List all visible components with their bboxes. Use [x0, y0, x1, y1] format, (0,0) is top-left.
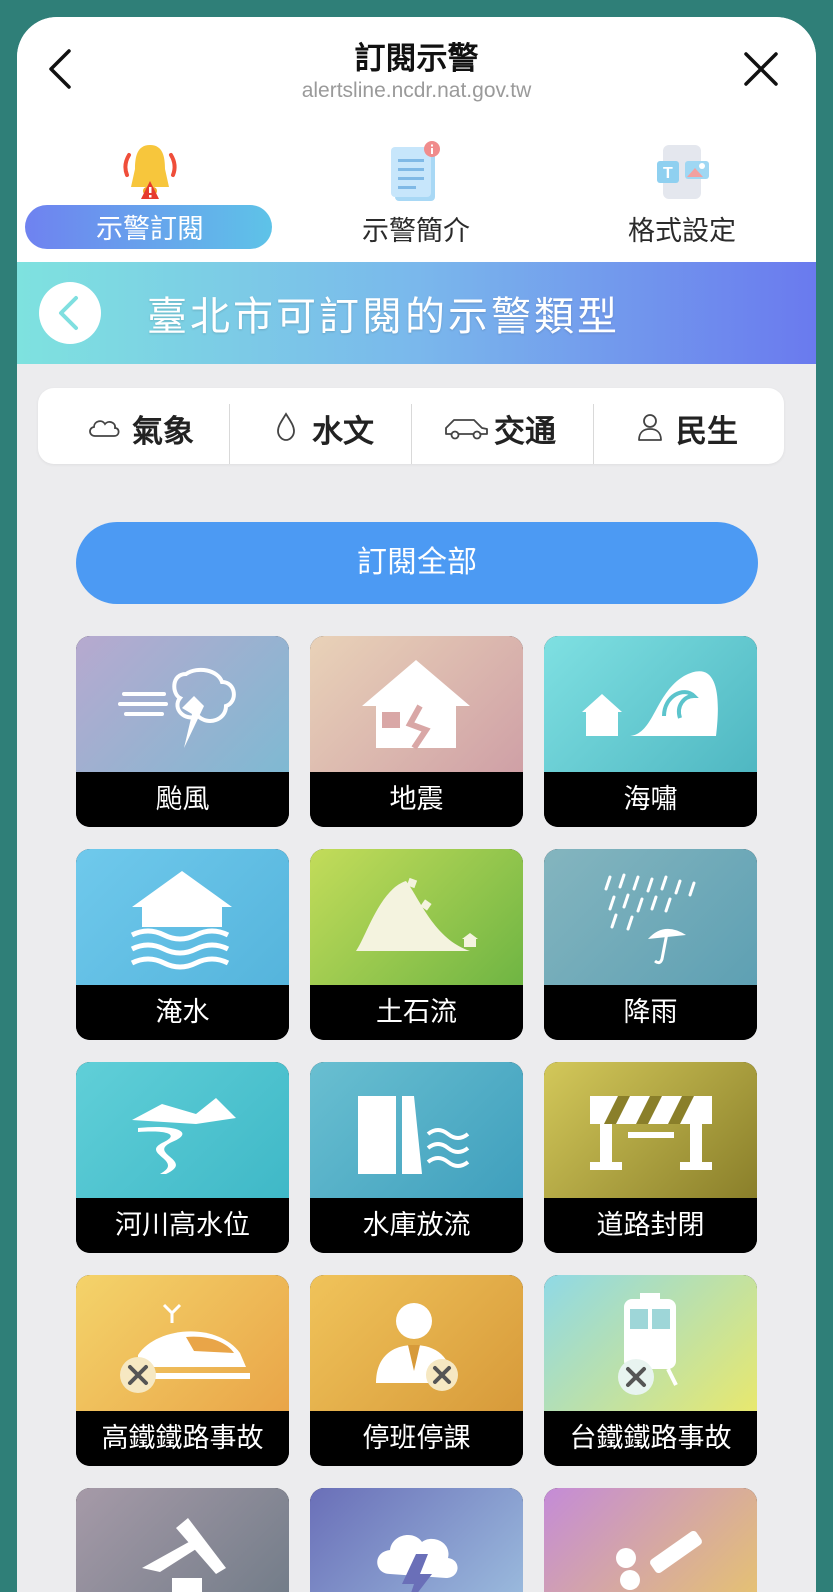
alert-label: 降雨 — [544, 985, 757, 1040]
top-bar: 訂閱示警 alertsline.ncdr.nat.gov.tw — [17, 17, 816, 127]
tsunami-icon — [544, 636, 757, 772]
alert-label: 颱風 — [76, 772, 289, 827]
category-hydrology[interactable]: 水文 — [230, 388, 411, 464]
office-closed-icon — [310, 1275, 523, 1411]
tab-bar: 示警訂閱 示警簡介 T 格式設定 — [17, 127, 816, 262]
alert-label: 道路封閉 — [544, 1198, 757, 1253]
category-label: 氣象 — [132, 414, 194, 450]
alert-label: 土石流 — [310, 985, 523, 1040]
format-settings-icon: T — [647, 141, 717, 203]
alert-card-rainfall[interactable]: 降雨 — [544, 849, 757, 1040]
tab-label: 格式設定 — [628, 216, 736, 247]
river-icon — [76, 1062, 289, 1198]
alert-card-earthquake[interactable]: 地震 — [310, 636, 523, 827]
banner-back-button[interactable] — [39, 282, 101, 344]
alert-label: 水庫放流 — [310, 1198, 523, 1253]
alert-card-flood[interactable]: 淹水 — [76, 849, 289, 1040]
alert-card-taiwan-railway[interactable]: 台鐵鐵路事故 — [544, 1275, 757, 1466]
category-label: 民生 — [676, 414, 738, 450]
cloud-icon — [86, 412, 122, 442]
alert-card-typhoon[interactable]: 颱風 — [76, 636, 289, 827]
alert-card-reservoir-release[interactable]: 水庫放流 — [310, 1062, 523, 1253]
category-traffic[interactable]: 交通 — [412, 388, 593, 464]
alert-label: 停班停課 — [310, 1411, 523, 1466]
chevron-left-icon — [59, 296, 78, 330]
typhoon-icon — [76, 636, 289, 772]
alert-card-aviation[interactable] — [76, 1488, 289, 1592]
alert-card-road-closure[interactable]: 道路封閉 — [544, 1062, 757, 1253]
flood-icon — [76, 849, 289, 985]
category-filter: 氣象 水文 交通 民生 — [38, 388, 784, 464]
water-drop-icon — [268, 412, 304, 442]
category-label: 水文 — [312, 414, 374, 450]
category-livelihood[interactable]: 民生 — [594, 388, 775, 464]
tab-label: 示警訂閱 — [96, 214, 204, 245]
alert-card-river-high-water[interactable]: 河川高水位 — [76, 1062, 289, 1253]
alert-label: 海嘯 — [544, 772, 757, 827]
category-label: 交通 — [494, 414, 556, 450]
epidemic-icon — [544, 1488, 757, 1592]
tab-label: 示警簡介 — [362, 216, 470, 247]
car-icon — [442, 412, 490, 442]
app-window: 訂閱示警 alertsline.ncdr.nat.gov.tw 示警訂閱 示警簡… — [17, 17, 816, 1592]
alert-label: 高鐵鐵路事故 — [76, 1411, 289, 1466]
alert-label: 台鐵鐵路事故 — [544, 1411, 757, 1466]
subscribe-all-button[interactable]: 訂閱全部 — [76, 522, 758, 604]
alert-card-high-speed-rail[interactable]: 高鐵鐵路事故 — [76, 1275, 289, 1466]
aviation-icon — [76, 1488, 289, 1592]
earthquake-house-icon — [310, 636, 523, 772]
alert-label: 地震 — [310, 772, 523, 827]
alert-card-thunderstorm[interactable] — [310, 1488, 523, 1592]
close-icon[interactable] — [739, 47, 783, 91]
tab-alert-subscribe[interactable]: 示警訂閱 — [17, 127, 283, 262]
tab-alert-intro[interactable]: 示警簡介 — [283, 127, 549, 262]
page-url: alertsline.ncdr.nat.gov.tw — [301, 79, 532, 102]
page-title: 訂閱示警 — [354, 41, 479, 77]
alarm-bell-icon — [115, 141, 185, 203]
alert-label: 淹水 — [76, 985, 289, 1040]
alert-card-landslide[interactable]: 土石流 — [310, 849, 523, 1040]
alert-card-tsunami[interactable]: 海嘯 — [544, 636, 757, 827]
landslide-icon — [310, 849, 523, 985]
tab-format-settings[interactable]: T 格式設定 — [549, 127, 815, 262]
alert-card-epidemic[interactable] — [544, 1488, 757, 1592]
alert-label: 河川高水位 — [76, 1198, 289, 1253]
svg-text:T: T — [663, 165, 673, 182]
rain-umbrella-icon — [544, 849, 757, 985]
document-info-icon — [381, 141, 451, 203]
high-speed-rail-icon — [76, 1275, 289, 1411]
alert-card-office-school-closure[interactable]: 停班停課 — [310, 1275, 523, 1466]
road-barrier-icon — [544, 1062, 757, 1198]
reservoir-icon — [310, 1062, 523, 1198]
thunderstorm-icon — [310, 1488, 523, 1592]
category-weather[interactable]: 氣象 — [38, 388, 219, 464]
region-banner: 臺北市可訂閱的示警類型 — [17, 262, 816, 364]
banner-title: 臺北市可訂閱的示警類型 — [147, 294, 620, 340]
train-accident-icon — [544, 1275, 757, 1411]
person-icon — [632, 412, 668, 442]
